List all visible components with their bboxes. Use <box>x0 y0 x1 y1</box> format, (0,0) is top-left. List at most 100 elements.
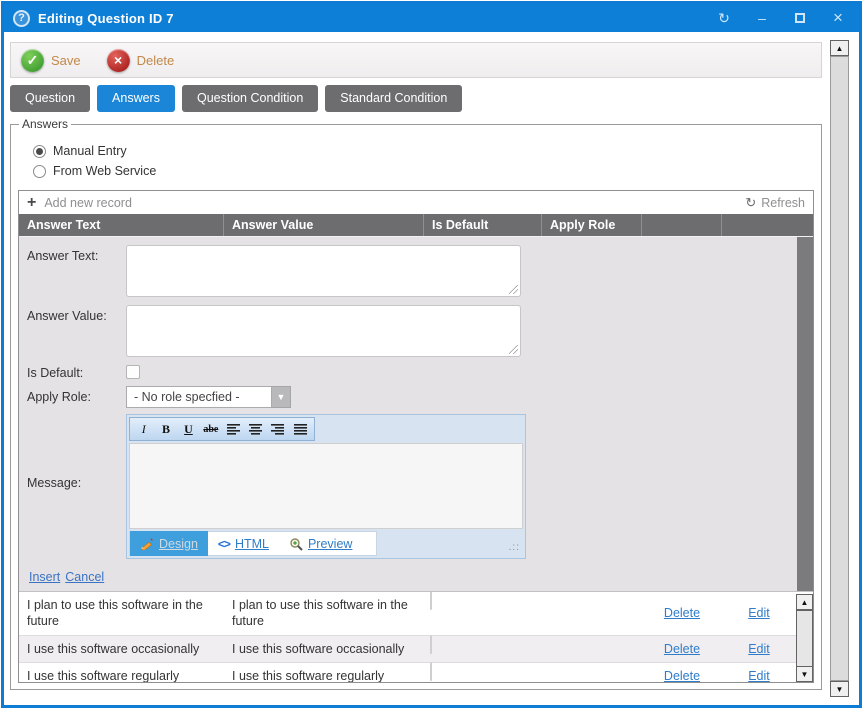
answers-grid: + Add new record ↻ Refresh Answer Text A… <box>18 190 814 683</box>
cell-answer-value: I plan to use this software in the futur… <box>224 592 424 635</box>
align-center-icon[interactable] <box>246 420 265 439</box>
edit-form-actions: Insert Cancel <box>27 565 797 591</box>
edit-region-gutter <box>797 237 813 591</box>
close-icon[interactable]: × <box>830 10 846 26</box>
column-header-answer-value[interactable]: Answer Value <box>224 214 424 236</box>
plus-icon: + <box>27 196 36 210</box>
manual-entry-option[interactable]: Manual Entry <box>33 141 817 161</box>
answer-text-input[interactable] <box>126 245 521 297</box>
insert-link[interactable]: Insert <box>29 570 60 584</box>
cell-answer-value: I use this software occasionally <box>224 636 424 662</box>
help-icon[interactable]: ? <box>13 10 30 27</box>
column-header-apply-role[interactable]: Apply Role <box>542 214 642 236</box>
chevron-down-icon[interactable]: ▼ <box>272 386 291 408</box>
is-default-checkbox[interactable] <box>126 365 140 379</box>
table-row[interactable]: I use this software occasionally I use t… <box>19 636 796 663</box>
maximize-icon[interactable] <box>792 10 808 26</box>
delete-row-link[interactable]: Delete <box>664 641 700 657</box>
scrollbar-thumb[interactable] <box>830 56 849 681</box>
message-label: Message: <box>27 414 126 559</box>
html-mode-button[interactable]: <> HTML <box>208 531 279 556</box>
delete-label: Delete <box>137 53 175 68</box>
scroll-down-icon[interactable]: ▼ <box>796 666 813 682</box>
align-left-icon[interactable] <box>224 420 243 439</box>
edit-row-link[interactable]: Edit <box>748 605 770 621</box>
window-title: Editing Question ID 7 <box>38 11 716 26</box>
table-row[interactable]: I plan to use this software in the futur… <box>19 592 796 636</box>
grid-command-bar: + Add new record ↻ Refresh <box>19 191 813 214</box>
message-rich-text-editor: I B U abe <box>126 414 526 559</box>
command-toolbar: ✓ Save × Delete <box>10 42 822 78</box>
editor-mode-bar: Design <> HTML <box>129 531 523 556</box>
answer-text-label: Answer Text: <box>27 245 126 297</box>
underline-icon[interactable]: U <box>179 420 198 439</box>
is-default-row-checkbox[interactable] <box>430 662 432 681</box>
column-header-empty-2 <box>722 214 813 236</box>
delete-button[interactable]: × Delete <box>107 49 175 72</box>
edit-row-link[interactable]: Edit <box>748 668 770 682</box>
add-new-record-button[interactable]: Add new record <box>44 196 132 210</box>
tab-question-condition[interactable]: Question Condition <box>182 85 318 112</box>
dialog-window: ? Editing Question ID 7 ↻ – × ✓ Save × D… <box>1 1 862 708</box>
from-web-service-label: From Web Service <box>53 164 156 178</box>
edit-row-link[interactable]: Edit <box>748 641 770 657</box>
scroll-up-icon[interactable]: ▲ <box>796 594 813 610</box>
refresh-window-icon[interactable]: ↻ <box>716 10 732 26</box>
cell-apply-role <box>542 663 642 682</box>
client-area: ✓ Save × Delete Question Answers Questio… <box>4 32 859 705</box>
align-right-icon[interactable] <box>268 420 287 439</box>
minimize-icon[interactable]: – <box>754 10 770 26</box>
italic-icon[interactable]: I <box>134 420 153 439</box>
grid-header-row: Answer Text Answer Value Is Default Appl… <box>19 214 813 236</box>
tab-question[interactable]: Question <box>10 85 90 112</box>
answer-source-options: Manual Entry From Web Service <box>15 135 817 183</box>
refresh-icon: ↻ <box>745 195 756 211</box>
apply-role-selected-value: - No role specfied - <box>126 386 272 408</box>
cell-apply-role <box>542 592 642 635</box>
tab-answers[interactable]: Answers <box>97 85 175 112</box>
align-justify-icon[interactable] <box>291 420 310 439</box>
title-bar: ? Editing Question ID 7 ↻ – × <box>4 4 859 32</box>
resize-grip-icon[interactable] <box>509 285 518 294</box>
is-default-row-checkbox[interactable] <box>430 635 432 654</box>
window-controls: ↻ – × <box>716 10 846 26</box>
message-input[interactable] <box>129 443 523 529</box>
tab-standard-condition[interactable]: Standard Condition <box>325 85 462 112</box>
delete-row-link[interactable]: Delete <box>664 668 700 682</box>
cell-answer-text: I use this software occasionally <box>19 636 224 662</box>
cancel-link[interactable]: Cancel <box>65 570 104 584</box>
answer-value-input[interactable] <box>126 305 521 357</box>
delete-row-link[interactable]: Delete <box>664 605 700 621</box>
column-header-answer-text[interactable]: Answer Text <box>19 214 224 236</box>
pencil-icon <box>140 537 154 550</box>
save-label: Save <box>51 53 81 68</box>
radio-selected-icon <box>33 145 46 158</box>
is-default-row-checkbox[interactable] <box>430 591 432 610</box>
manual-entry-label: Manual Entry <box>53 144 127 158</box>
radio-unselected-icon <box>33 165 46 178</box>
apply-role-select[interactable]: - No role specfied - ▼ <box>126 386 291 408</box>
save-button[interactable]: ✓ Save <box>21 49 81 72</box>
preview-mode-button[interactable]: Preview <box>279 531 362 556</box>
answers-panel: Answers Manual Entry From Web Service + <box>10 117 822 690</box>
design-mode-button[interactable]: Design <box>130 531 208 556</box>
strikethrough-icon[interactable]: abe <box>201 420 220 439</box>
editor-resize-grip-icon[interactable]: .:: <box>509 542 520 553</box>
html-mode-label: HTML <box>235 537 269 551</box>
column-header-is-default[interactable]: Is Default <box>424 214 542 236</box>
table-row[interactable]: I use this software regularly I use this… <box>19 663 796 682</box>
resize-grip-icon[interactable] <box>509 345 518 354</box>
design-mode-label: Design <box>159 537 198 551</box>
window-scrollbar[interactable]: ▲ ▼ <box>830 40 849 697</box>
refresh-button[interactable]: ↻ Refresh <box>745 195 805 211</box>
grid-scrollbar[interactable]: ▲ ▼ <box>796 594 813 682</box>
bold-icon[interactable]: B <box>156 420 175 439</box>
html-code-icon: <> <box>218 537 230 551</box>
scroll-up-icon[interactable]: ▲ <box>830 40 849 56</box>
from-web-service-option[interactable]: From Web Service <box>33 161 817 181</box>
cell-answer-text: I plan to use this software in the futur… <box>19 592 224 635</box>
edit-form-region: Answer Text: Answer Value: Is Default: <box>19 236 813 591</box>
scroll-down-icon[interactable]: ▼ <box>830 681 849 697</box>
delete-cross-icon: × <box>107 49 130 72</box>
column-header-empty-1 <box>642 214 722 236</box>
